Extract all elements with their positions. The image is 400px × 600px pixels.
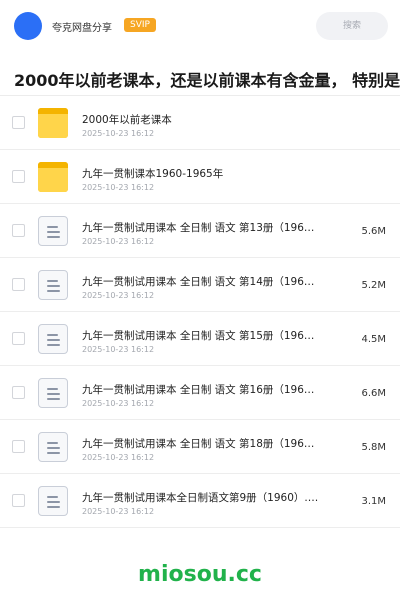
checkbox[interactable]	[12, 278, 25, 291]
file-date: 2025-10-23 16:12	[82, 345, 155, 354]
file-name: 九年一贯制试用课本 全日制 语文 第15册（196…	[82, 330, 315, 342]
list-item[interactable]: 九年一贯制试用课本 全日制 语文 第14册（196… 2025-10-23 16…	[0, 258, 400, 312]
title-bar: 2000年以前老课本，还是以前课本有含金量， 特别是八十年代	[0, 60, 400, 96]
avatar[interactable]	[14, 12, 42, 40]
document-icon	[38, 432, 68, 462]
file-name: 九年一贯制试用课本 全日制 语文 第18册（196…	[82, 438, 315, 450]
search-input[interactable]: 搜索	[316, 12, 388, 40]
file-name: 九年一贯制试用课本 全日制 语文 第16册（196…	[82, 384, 315, 396]
file-date: 2025-10-23 16:12	[82, 399, 155, 408]
list-item[interactable]: 九年一贯制试用课本 全日制 语文 第15册（196… 2025-10-23 16…	[0, 312, 400, 366]
document-icon	[38, 270, 68, 300]
checkbox[interactable]	[12, 224, 25, 237]
checkbox[interactable]	[12, 494, 25, 507]
document-icon	[38, 486, 68, 516]
file-name: 九年一贯制试用课本 全日制 语文 第14册（196…	[82, 276, 315, 288]
list-item[interactable]: 九年一贯制课本1960-1965年 2025-10-23 16:12	[0, 150, 400, 204]
file-size: 5.8M	[361, 442, 386, 453]
list-item[interactable]: 九年一贯制试用课本全日制语文第9册（1960）.p… 2025-10-23 16…	[0, 474, 400, 528]
file-list: 2000年以前老课本 2025-10-23 16:12 九年一贯制课本1960-…	[0, 96, 400, 528]
watermark: miosou.cc	[138, 562, 262, 587]
list-item[interactable]: 2000年以前老课本 2025-10-23 16:12	[0, 96, 400, 150]
folder-icon	[38, 108, 68, 138]
file-name: 2000年以前老课本	[82, 114, 172, 126]
file-name: 九年一贯制试用课本 全日制 语文 第13册（196…	[82, 222, 315, 234]
list-item[interactable]: 九年一贯制试用课本 全日制 语文 第18册（196… 2025-10-23 16…	[0, 420, 400, 474]
page-title: 2000年以前老课本，还是以前课本有含金量， 特别是八十年代	[14, 71, 400, 90]
header: 夸克网盘分享 SVIP 搜索	[0, 0, 400, 52]
list-item[interactable]: 九年一贯制试用课本 全日制 语文 第13册（196… 2025-10-23 16…	[0, 204, 400, 258]
checkbox[interactable]	[12, 332, 25, 345]
file-date: 2025-10-23 16:12	[82, 507, 155, 516]
file-name: 九年一贯制试用课本全日制语文第9册（1960）.p…	[82, 492, 322, 504]
document-icon	[38, 324, 68, 354]
brand-name: 夸克网盘分享	[52, 23, 112, 34]
file-size: 4.5M	[361, 334, 386, 345]
checkbox[interactable]	[12, 440, 25, 453]
file-date: 2025-10-23 16:12	[82, 237, 155, 246]
file-date: 2025-10-23 16:12	[82, 183, 155, 192]
file-date: 2025-10-23 16:12	[82, 453, 155, 462]
file-size: 5.2M	[361, 280, 386, 291]
checkbox[interactable]	[12, 170, 25, 183]
file-date: 2025-10-23 16:12	[82, 291, 155, 300]
folder-icon	[38, 162, 68, 192]
file-date: 2025-10-23 16:12	[82, 129, 155, 138]
svip-badge: SVIP	[124, 18, 156, 32]
file-name: 九年一贯制课本1960-1965年	[82, 168, 224, 180]
document-icon	[38, 216, 68, 246]
file-size: 5.6M	[361, 226, 386, 237]
checkbox[interactable]	[12, 116, 25, 129]
list-item[interactable]: 九年一贯制试用课本 全日制 语文 第16册（196… 2025-10-23 16…	[0, 366, 400, 420]
file-size: 3.1M	[361, 496, 386, 507]
document-icon	[38, 378, 68, 408]
checkbox[interactable]	[12, 386, 25, 399]
file-size: 6.6M	[361, 388, 386, 399]
